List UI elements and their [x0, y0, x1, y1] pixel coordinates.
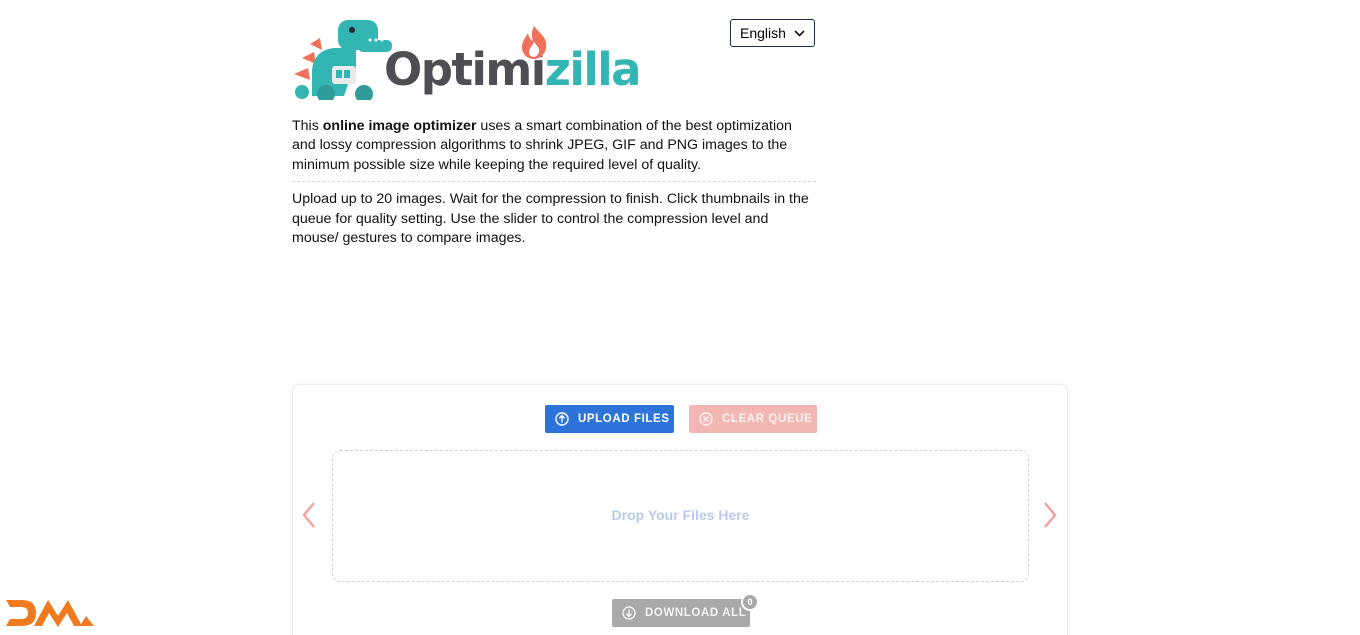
- next-arrow-icon[interactable]: [1043, 501, 1057, 529]
- logo-text-part2: zilla: [544, 43, 642, 96]
- language-select-value: English: [740, 25, 786, 41]
- intro-highlight: online image optimizer: [322, 118, 477, 134]
- clear-queue-label: Clear Queue: [722, 413, 813, 425]
- drop-zone-text: Drop Your Files Here: [611, 507, 750, 523]
- optimizilla-logo[interactable]: Optimizilla: [292, 18, 642, 100]
- chevron-down-icon: [794, 30, 805, 37]
- previous-arrow-icon[interactable]: [302, 501, 316, 529]
- logo-wordmark: Optimizilla: [384, 42, 642, 98]
- download-count-badge: 0: [741, 593, 759, 611]
- instructions-paragraph: Upload up to 20 images. Wait for the com…: [292, 191, 809, 246]
- language-select[interactable]: English: [730, 19, 815, 47]
- upload-panel: Upload Files Clear Queue Drop Your Files…: [292, 384, 1068, 635]
- upload-arrow-icon: [555, 412, 569, 426]
- file-drop-zone[interactable]: Drop Your Files Here: [332, 450, 1029, 582]
- intro-divider: [292, 181, 816, 182]
- dm-watermark-logo-icon: [6, 600, 94, 627]
- download-all-button[interactable]: Download All: [612, 599, 750, 627]
- flame-icon: [522, 26, 547, 59]
- upload-files-button[interactable]: Upload Files: [545, 405, 674, 433]
- intro-text-start: This: [292, 118, 323, 134]
- clear-x-icon: [699, 412, 713, 426]
- upload-files-label: Upload Files: [578, 413, 670, 425]
- intro-paragraph: This online image optimizer uses a smart…: [292, 117, 816, 175]
- download-all-label: Download All: [645, 607, 747, 619]
- download-arrow-icon: [622, 606, 636, 620]
- clear-queue-button[interactable]: Clear Queue: [689, 405, 817, 433]
- page: Optimizilla English This online image op…: [0, 0, 1360, 635]
- dinosaur-mascot-icon: [294, 20, 392, 100]
